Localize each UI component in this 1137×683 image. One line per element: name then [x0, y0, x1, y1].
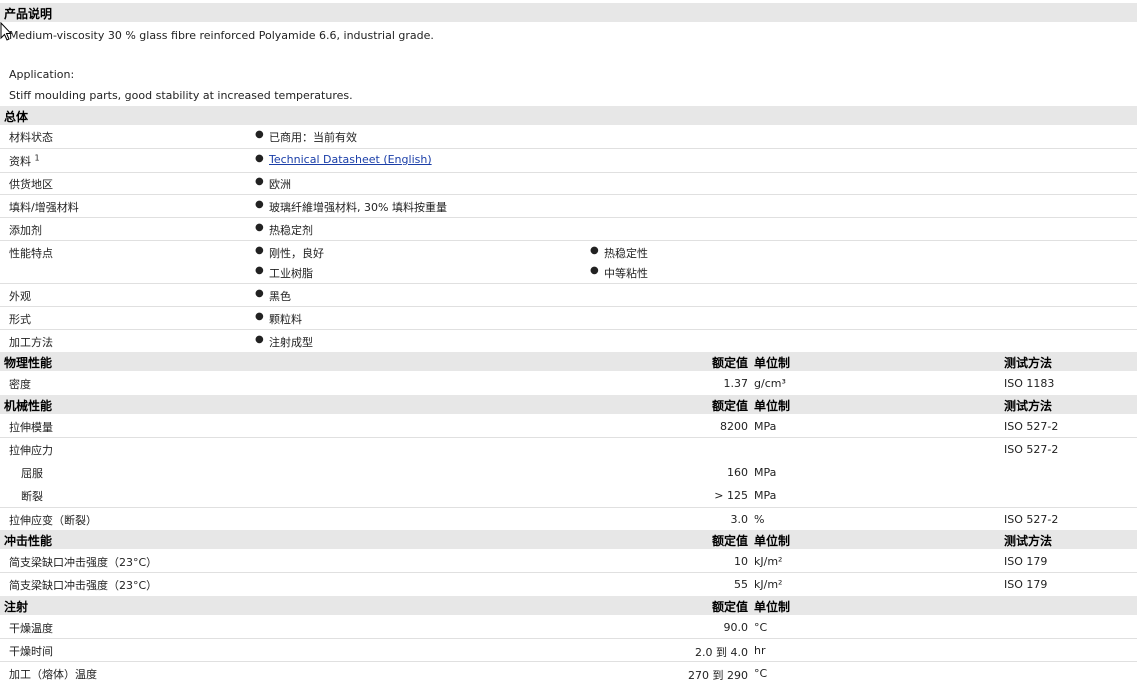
row-method: ISO 179: [1004, 578, 1048, 591]
row-value: 2.0 到 4.0: [695, 646, 748, 659]
section-header-impact: 冲击性能 额定值 单位制 测试方法: [0, 530, 1137, 549]
table-row: 拉伸模量 8200 MPa ISO 527-2: [0, 415, 1137, 438]
column-header-value: 额定值: [711, 534, 748, 548]
row-unit: kJ/m²: [754, 555, 783, 568]
row-unit: MPa: [754, 420, 777, 433]
row-value: > 125: [714, 489, 748, 502]
column-header-value: 额定值: [711, 600, 748, 614]
description-text: Medium-viscosity 30 % glass fibre reinfo…: [9, 29, 434, 42]
column-header-method: 测试方法: [1004, 399, 1053, 413]
column-header-method: 测试方法: [1004, 534, 1053, 548]
column-header-unit: 单位制: [754, 600, 791, 614]
section-header-injection: 注射 额定值 单位制: [0, 596, 1137, 615]
section-title: 注射: [4, 600, 29, 614]
row-label: 拉伸模量: [9, 421, 53, 434]
general-row-additive: 添加剂 ● 热稳定剂: [0, 218, 1137, 241]
general-row-appearance: 外观 ● 黑色: [0, 284, 1137, 307]
row-sublabel: 屈服: [21, 467, 43, 480]
section-title: 机械性能: [4, 399, 53, 413]
row-label: 填料/增强材料: [9, 201, 79, 214]
row-label: 外观: [9, 290, 31, 303]
table-row: 加工（熔体）温度 270 到 290 °C: [0, 662, 1137, 683]
row-value: 1.37: [723, 377, 749, 390]
row-label: 简支梁缺口冲击强度（23°C）: [9, 556, 158, 569]
column-header-method: 测试方法: [1004, 356, 1053, 370]
row-label: 加工（熔体）温度: [9, 668, 97, 681]
row-label: 加工方法: [9, 336, 53, 349]
section-title: 产品说明: [4, 7, 53, 21]
row-method: ISO 527-2: [1004, 443, 1059, 456]
section-header-mechanical: 机械性能 额定值 单位制 测试方法: [0, 395, 1137, 414]
row-unit: MPa: [754, 489, 777, 502]
row-method: ISO 1183: [1004, 377, 1055, 390]
row-label: 密度: [9, 378, 31, 391]
general-row-processing: 加工方法 ● 注射成型: [9, 334, 313, 349]
row-label: 形式: [9, 313, 31, 326]
row-label: 干燥时间: [9, 645, 53, 658]
row-label: 拉伸应力: [9, 444, 53, 457]
section-header-general: 总体: [0, 106, 1137, 125]
column-header-value: 额定值: [711, 356, 748, 370]
row-value: 90.0: [723, 621, 749, 634]
general-row-filler: 填料/增强材料 ● 玻璃纤維增强材料, 30% 填料按重量: [0, 195, 1137, 218]
row-unit: kJ/m²: [754, 578, 783, 591]
table-row: 简支梁缺口冲击强度（23°C） 10 kJ/m² ISO 179: [0, 550, 1137, 573]
row-label: 性能特点: [9, 247, 53, 260]
row-unit: MPa: [754, 466, 777, 479]
table-row-group: 拉伸应力 ISO 527-2 屈服 160 MPa 断裂 > 125 MPa: [0, 438, 1137, 508]
column-header-unit: 单位制: [754, 356, 791, 370]
row-label: 供货地区: [9, 178, 53, 191]
row-label: 干燥温度: [9, 622, 53, 635]
row-label: 添加剂: [9, 224, 42, 237]
row-value: 270 到 290: [688, 669, 748, 682]
section-title: 总体: [4, 110, 29, 124]
general-row-datasheet: 资料 1 ● Technical Datasheet (English): [0, 149, 1137, 173]
row-value: 8200: [720, 420, 748, 433]
row-value: 160: [727, 466, 748, 479]
section-title: 冲击性能: [4, 534, 53, 548]
row-method: ISO 527-2: [1004, 513, 1059, 526]
column-header-unit: 单位制: [754, 399, 791, 413]
section-title: 物理性能: [4, 356, 53, 370]
row-label: 资料 1: [9, 153, 40, 168]
general-row-form: 形式 ● 颗粒料: [0, 307, 1137, 330]
column-header-unit: 单位制: [754, 534, 791, 548]
general-row-features: 性能特点 ● 刚性，良好 ● 热稳定性 ● 工业树脂 ● 中等粘性: [0, 241, 1137, 284]
row-method: ISO 527-2: [1004, 420, 1059, 433]
application-text: Stiff moulding parts, good stability at …: [9, 89, 353, 102]
section-header-product-description: 产品说明: [0, 3, 1137, 22]
general-row-supply-region: 供货地区 ● 欧洲: [0, 172, 1137, 195]
table-row: 干燥时间 2.0 到 4.0 hr: [0, 639, 1137, 662]
table-row: 拉伸应变（断裂） 3.0 % ISO 527-2: [0, 508, 1137, 530]
column-header-value: 额定值: [711, 399, 748, 413]
table-row: 简支梁缺口冲击强度（23°C） 55 kJ/m² ISO 179: [0, 573, 1137, 595]
row-unit: °C: [754, 621, 768, 634]
row-label: 简支梁缺口冲击强度（23°C）: [9, 579, 158, 592]
row-method: ISO 179: [1004, 555, 1048, 568]
row-label: 材料状态: [9, 131, 53, 144]
row-unit: hr: [754, 644, 766, 657]
row-unit: g/cm³: [754, 377, 786, 390]
application-label: Application:: [9, 68, 75, 81]
technical-datasheet-link[interactable]: Technical Datasheet (English): [269, 153, 432, 166]
row-value: 55: [734, 578, 748, 591]
general-row-material-status: 材料状态 ● 已商用：当前有效: [0, 125, 1137, 149]
row-value: 10: [734, 555, 748, 568]
row-unit: °C: [754, 667, 768, 680]
section-header-physical: 物理性能 额定值 单位制 测试方法: [0, 352, 1137, 371]
table-row: 密度 1.37 g/cm³ ISO 1183: [0, 372, 1137, 394]
table-row: 干燥温度 90.0 °C: [0, 616, 1137, 639]
row-label: 拉伸应变（断裂）: [9, 514, 97, 527]
row-value: 3.0: [730, 513, 749, 526]
row-sublabel: 断裂: [21, 490, 43, 503]
row-unit: %: [754, 513, 765, 526]
